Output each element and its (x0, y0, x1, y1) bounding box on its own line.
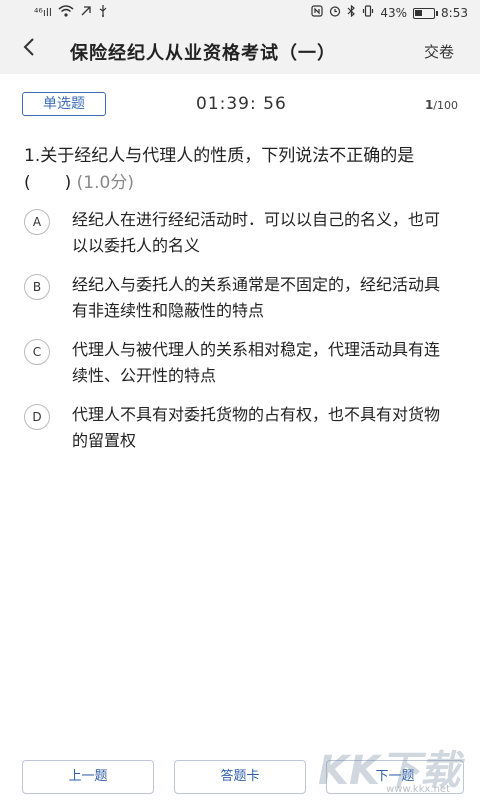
watermark: KK下载 www.kkx.net (318, 738, 460, 798)
alarm-icon (329, 5, 341, 21)
back-icon[interactable] (22, 36, 36, 63)
battery-percent: 43% (380, 6, 408, 20)
status-right: 43% 8:53 (311, 4, 468, 21)
vibrate-icon (362, 5, 374, 21)
app-header: 保险经纪人从业资格考试（一） 交卷 (0, 26, 480, 74)
signal-icon: ⁴⁶ıll (34, 6, 52, 19)
option-b-text[interactable]: 经纪入与委托人的关系通常是不固定的，经纪活动具有非连续性和隐蔽性的特点 (72, 272, 452, 324)
question-type-badge: 单选题 (22, 92, 106, 116)
status-bar: ⁴⁶ıll 43% 8:53 (0, 0, 480, 26)
question-score: (1.0分) (76, 173, 134, 193)
option-b[interactable]: B 经纪入与委托人的关系通常是不固定的，经纪活动具有非连续性和隐蔽性的特点 (24, 272, 464, 324)
option-a-letter[interactable]: A (24, 209, 50, 235)
option-d[interactable]: D 代理人不具有对委托货物的占有权，也不具有对货物的留置权 (24, 402, 464, 454)
countdown-timer: 01:39: 56 (196, 94, 287, 114)
previous-question-button[interactable]: 上一题 (22, 760, 154, 794)
option-a[interactable]: A 经纪人在进行经纪活动时．可以以自己的名义，也可以以委托人的名义 (24, 207, 464, 259)
question-stem: 1.关于经纪人与代理人的性质，下列说法不正确的是( ) (1.0分) (24, 143, 460, 197)
option-c-letter[interactable]: C (24, 339, 50, 365)
page-title: 保险经纪人从业资格考试（一） (70, 43, 336, 64)
option-d-text[interactable]: 代理人不具有对委托货物的占有权，也不具有对货物的留置权 (72, 402, 452, 454)
battery-fill (415, 9, 423, 16)
clock: 8:53 (441, 6, 468, 20)
watermark-url: www.kkx.net (386, 784, 450, 795)
answer-card-button[interactable]: 答题卡 (174, 760, 306, 794)
option-d-letter[interactable]: D (24, 404, 50, 430)
usb-icon (98, 5, 108, 21)
bluetooth-icon (347, 4, 356, 21)
nfc-icon (311, 5, 323, 21)
question-progress: 1/100 (425, 98, 458, 112)
total-questions: /100 (433, 99, 458, 112)
link-icon (80, 5, 92, 21)
option-b-letter[interactable]: B (24, 274, 50, 300)
option-c[interactable]: C 代理人与被代理人的关系相对稳定，代理活动具有连续性、公开性的特点 (24, 337, 464, 389)
battery-icon (413, 7, 439, 19)
wifi-icon (58, 5, 74, 21)
submit-exam-button[interactable]: 交卷 (424, 41, 454, 62)
status-left: ⁴⁶ıll (34, 5, 108, 21)
option-c-text[interactable]: 代理人与被代理人的关系相对稳定，代理活动具有连续性、公开性的特点 (72, 337, 452, 389)
option-a-text[interactable]: 经纪人在进行经纪活动时．可以以自己的名义，也可以以委托人的名义 (72, 207, 452, 259)
